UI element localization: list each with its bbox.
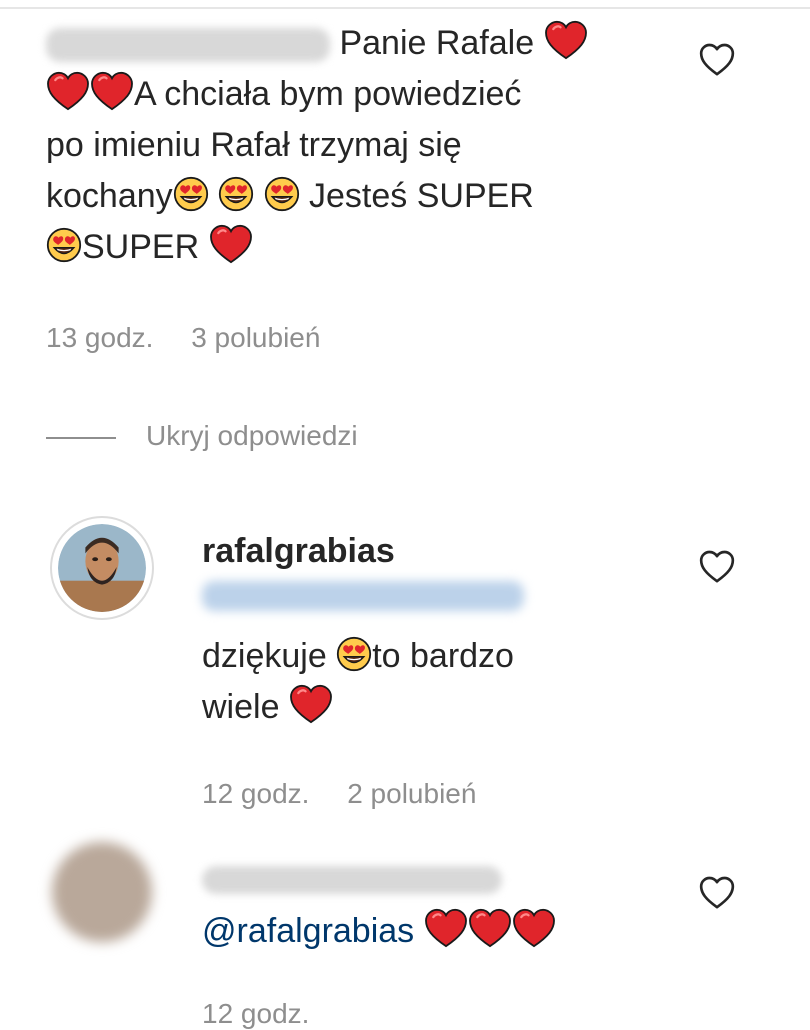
heart-eyes-emoji-icon xyxy=(218,176,254,212)
reply-time[interactable]: 12 godz. xyxy=(202,998,309,1029)
comment-line: Panie Rafale xyxy=(46,18,666,69)
reply-username[interactable]: rafalgrabias xyxy=(202,532,662,571)
comment-line: SUPER xyxy=(46,222,666,273)
top-divider xyxy=(0,0,810,9)
comment-likes[interactable]: 3 polubień xyxy=(191,322,320,353)
reply-line: wiele xyxy=(202,682,662,733)
red-heart-emoji-icon xyxy=(468,908,512,948)
red-heart-emoji-icon xyxy=(512,908,556,948)
comment-line: kochany Jesteś SUPER xyxy=(46,176,534,215)
reply-block: rafalgrabias dziękuje to bardzo wiele xyxy=(202,532,662,733)
red-heart-emoji-icon xyxy=(209,224,253,264)
reply-username-row xyxy=(202,866,662,902)
comment-meta: 13 godz. 3 polubień xyxy=(46,322,350,354)
avatar-photo xyxy=(58,524,146,612)
red-heart-emoji-icon xyxy=(424,908,468,948)
reply-meta: 12 godz. 2 polubień xyxy=(202,778,506,810)
heart-eyes-emoji-icon xyxy=(173,176,209,212)
red-heart-emoji-icon xyxy=(544,20,588,60)
like-heart-icon[interactable] xyxy=(697,547,737,587)
comment-line: A chciała bym powiedzieć xyxy=(46,69,666,120)
red-heart-emoji-icon xyxy=(46,71,90,111)
comment-line: po imieniu Rafał trzymaj się xyxy=(46,126,462,164)
reply-time[interactable]: 12 godz. xyxy=(202,778,309,809)
hide-replies-line xyxy=(46,436,116,439)
comment-text: Panie Rafale A chciała bym powiedzieć po… xyxy=(46,18,666,273)
blurred-mention[interactable] xyxy=(202,581,524,611)
comment-time[interactable]: 13 godz. xyxy=(46,322,153,353)
avatar[interactable] xyxy=(50,516,154,620)
heart-eyes-emoji-icon xyxy=(46,227,82,263)
reply-likes[interactable]: 2 polubień xyxy=(347,778,476,809)
red-heart-emoji-icon xyxy=(289,684,333,724)
reply-line: dziękuje to bardzo xyxy=(202,636,514,675)
avatar[interactable] xyxy=(52,842,152,942)
reply-text: dziękuje to bardzo wiele xyxy=(202,631,662,733)
reply-block: @rafalgrabias xyxy=(202,866,662,957)
mention-link[interactable]: @rafalgrabias xyxy=(202,912,414,950)
reply-text: @rafalgrabias xyxy=(202,906,662,957)
blurred-username[interactable] xyxy=(202,866,502,894)
heart-eyes-emoji-icon xyxy=(264,176,300,212)
heart-eyes-emoji-icon xyxy=(336,636,372,672)
hide-replies-button[interactable]: Ukryj odpowiedzi xyxy=(46,420,388,452)
like-heart-icon[interactable] xyxy=(697,873,737,913)
red-heart-emoji-icon xyxy=(90,71,134,111)
blurred-username[interactable] xyxy=(46,28,330,63)
like-heart-icon[interactable] xyxy=(697,40,737,80)
reply-meta: 12 godz. xyxy=(202,998,339,1030)
reply-mention-row xyxy=(202,571,662,619)
